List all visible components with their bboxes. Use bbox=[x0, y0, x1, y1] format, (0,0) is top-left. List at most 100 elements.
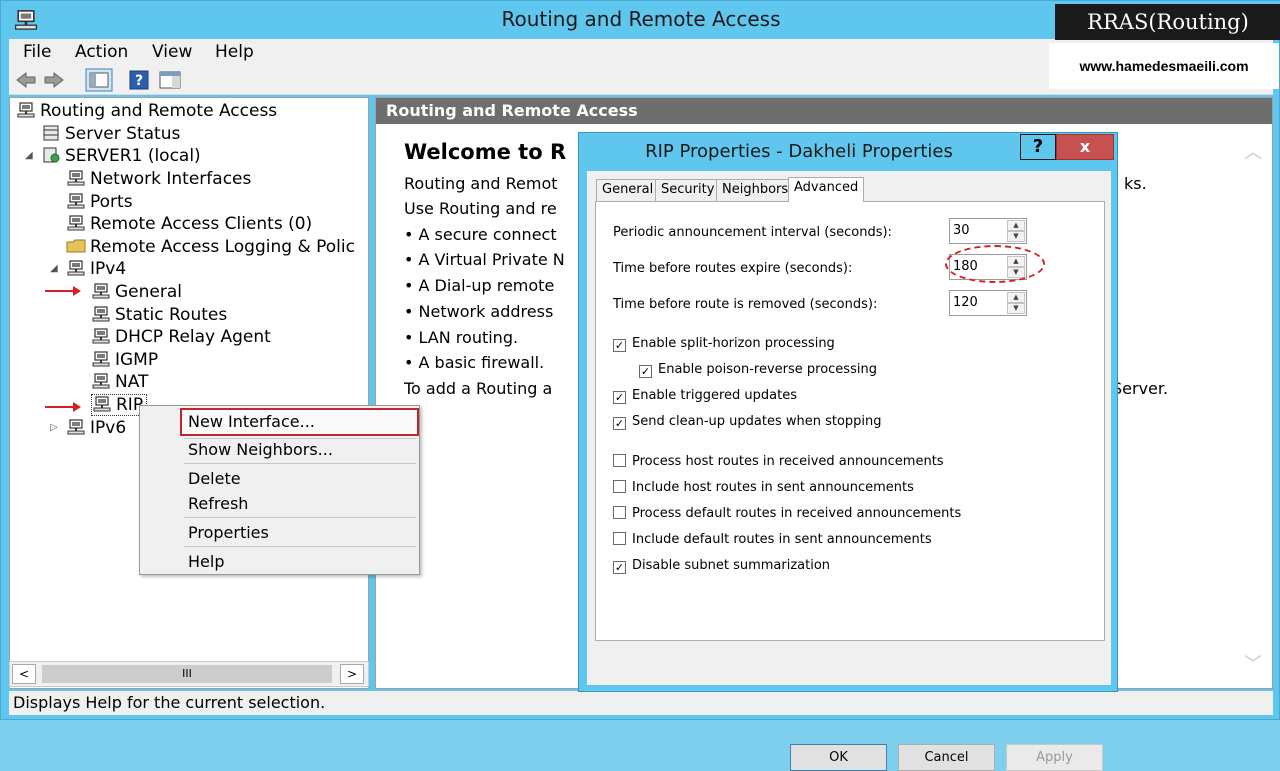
tree-item-igmp[interactable]: IGMP bbox=[91, 349, 158, 371]
checkbox-include-host-routes[interactable]: Include host routes in sent announcement… bbox=[613, 480, 914, 495]
console-tree-icon[interactable] bbox=[85, 68, 113, 92]
checkbox-include-default-routes[interactable]: Include default routes in sent announcem… bbox=[613, 532, 932, 547]
menu-view[interactable]: View bbox=[152, 42, 192, 62]
tree-item-remote-access-clients[interactable]: Remote Access Clients (0) bbox=[66, 213, 312, 235]
menu-item-properties[interactable]: Properties bbox=[188, 523, 269, 542]
route-removed-spinner[interactable]: 120 ▲ ▼ bbox=[949, 290, 1027, 316]
checkbox-box[interactable]: ✓ bbox=[613, 391, 626, 404]
checkbox-box[interactable] bbox=[613, 532, 626, 545]
tree-item-dhcp-relay[interactable]: DHCP Relay Agent bbox=[91, 326, 271, 348]
scroll-left-button[interactable]: < bbox=[12, 664, 36, 684]
tree-item-label: Static Routes bbox=[115, 305, 228, 325]
tree-item-ports[interactable]: Ports bbox=[66, 191, 133, 213]
checkbox-box[interactable] bbox=[613, 480, 626, 493]
tree-item-label: Network Interfaces bbox=[90, 169, 252, 189]
cancel-button[interactable]: Cancel bbox=[898, 744, 995, 771]
scroll-right-button[interactable]: > bbox=[340, 664, 364, 684]
tree-horizontal-scrollbar[interactable]: < III > bbox=[9, 661, 369, 687]
help-icon[interactable]: ? bbox=[129, 70, 149, 90]
welcome-line: To add a Routing a bbox=[404, 379, 553, 398]
tree-item-static-routes[interactable]: Static Routes bbox=[91, 304, 227, 326]
checkbox-poison-reverse[interactable]: ✓ Enable poison-reverse processing bbox=[639, 362, 877, 378]
checkbox-triggered-updates[interactable]: ✓ Enable triggered updates bbox=[613, 388, 797, 404]
tree-item-server-status[interactable]: Server Status bbox=[41, 123, 180, 145]
expander-ipv6[interactable]: ▷ bbox=[50, 422, 58, 433]
menu-item-refresh[interactable]: Refresh bbox=[188, 494, 248, 513]
menu-item-show-neighbors[interactable]: Show Neighbors... bbox=[188, 440, 333, 459]
ok-button[interactable]: OK bbox=[790, 744, 887, 771]
tree-item-label: General bbox=[115, 282, 182, 302]
route-removed-value[interactable]: 120 bbox=[953, 295, 978, 310]
tree-item-ipv6[interactable]: IPv6 bbox=[66, 417, 126, 439]
tree-item-root[interactable]: Routing and Remote Access bbox=[16, 100, 277, 122]
tree-item-network-interfaces[interactable]: Network Interfaces bbox=[66, 168, 251, 190]
tab-security[interactable]: Security bbox=[655, 179, 721, 201]
welcome-line: Routing and Remot bbox=[404, 174, 558, 193]
expander-server1[interactable]: ◢ bbox=[25, 150, 33, 161]
checkbox-process-default-routes[interactable]: Process default routes in received annou… bbox=[613, 506, 961, 521]
menu-item-new-interface[interactable]: New Interface... bbox=[188, 412, 315, 431]
menu-file[interactable]: File bbox=[23, 42, 51, 62]
tab-general[interactable]: General bbox=[596, 179, 660, 201]
checkbox-box[interactable]: ✓ bbox=[613, 417, 626, 430]
tree-item-general[interactable]: General bbox=[91, 281, 182, 303]
annotation-arrow-general bbox=[45, 286, 81, 296]
checkbox-label: Process default routes in received annou… bbox=[632, 506, 962, 521]
collapse-chevron-icon[interactable]: ︿ bbox=[1244, 138, 1262, 164]
ports-icon bbox=[66, 193, 86, 209]
spin-up-icon[interactable]: ▲ bbox=[1007, 292, 1025, 303]
expander-ipv4[interactable]: ◢ bbox=[50, 263, 58, 274]
checkbox-label: Send clean-up updates when stopping bbox=[632, 414, 882, 429]
back-icon[interactable] bbox=[15, 70, 37, 90]
checkbox-split-horizon[interactable]: ✓ Enable split-horizon processing bbox=[613, 336, 835, 352]
tree-item-label: Remote Access Logging & Polic bbox=[90, 237, 355, 257]
checkbox-box[interactable]: ✓ bbox=[613, 561, 626, 574]
menu-item-delete[interactable]: Delete bbox=[188, 469, 241, 488]
menu-item-help[interactable]: Help bbox=[188, 552, 224, 571]
ipv4-icon bbox=[66, 260, 86, 276]
action-pane-icon[interactable] bbox=[159, 70, 181, 90]
periodic-interval-value[interactable]: 30 bbox=[953, 223, 970, 238]
checkbox-disable-subnet-summarization[interactable]: ✓ Disable subnet summarization bbox=[613, 558, 830, 574]
tab-advanced[interactable]: Advanced bbox=[788, 177, 865, 202]
tree-item-remote-access-logging[interactable]: Remote Access Logging & Polic bbox=[66, 236, 355, 258]
expand-chevron-icon[interactable]: ﹀ bbox=[1244, 650, 1262, 676]
forward-icon[interactable] bbox=[43, 70, 65, 90]
dialog-title: RIP Properties - Dakheli Properties bbox=[645, 141, 953, 162]
spin-down-icon[interactable]: ▼ bbox=[1007, 303, 1025, 314]
menu-separator bbox=[184, 463, 416, 464]
tree-item-server1[interactable]: SERVER1 (local) bbox=[41, 145, 201, 167]
tree-item-nat[interactable]: NAT bbox=[91, 371, 148, 393]
rras-icon bbox=[16, 102, 36, 118]
checkbox-box[interactable] bbox=[613, 506, 626, 519]
folder-icon bbox=[66, 239, 86, 253]
dialog-help-button[interactable]: ? bbox=[1020, 134, 1056, 160]
remote-access-clients-icon bbox=[66, 215, 86, 231]
checkbox-label: Enable poison-reverse processing bbox=[658, 362, 877, 377]
dialog-close-button[interactable]: x bbox=[1056, 134, 1114, 160]
menu-action[interactable]: Action bbox=[75, 42, 128, 62]
spin-up-icon[interactable]: ▲ bbox=[1007, 220, 1025, 231]
welcome-line: • Network address bbox=[404, 302, 554, 321]
checkbox-box[interactable] bbox=[613, 454, 626, 467]
watermark-site: www.hamedesmaeili.com bbox=[1049, 43, 1279, 89]
route-removed-label: Time before route is removed (seconds): bbox=[613, 297, 878, 312]
svg-text:?: ? bbox=[135, 73, 143, 89]
checkbox-box[interactable]: ✓ bbox=[613, 339, 626, 352]
apply-button[interactable]: Apply bbox=[1006, 744, 1103, 771]
menu-help[interactable]: Help bbox=[215, 42, 254, 62]
watermark-title: RRAS(Routing) bbox=[1055, 4, 1280, 40]
welcome-line: Use Routing and re bbox=[404, 199, 557, 218]
periodic-interval-spinner[interactable]: 30 ▲ ▼ bbox=[949, 218, 1027, 244]
checkbox-process-host-routes[interactable]: Process host routes in received announce… bbox=[613, 454, 944, 469]
welcome-line: • A secure connect bbox=[404, 225, 557, 244]
tree-item-label: Remote Access Clients (0) bbox=[90, 214, 313, 234]
tree-item-ipv4[interactable]: IPv4 bbox=[66, 258, 126, 280]
annotation-circle bbox=[945, 245, 1045, 283]
scroll-thumb[interactable]: III bbox=[42, 665, 332, 683]
tab-neighbors[interactable]: Neighbors bbox=[716, 179, 795, 201]
checkbox-box[interactable]: ✓ bbox=[639, 365, 652, 378]
checkbox-clean-up-updates[interactable]: ✓ Send clean-up updates when stopping bbox=[613, 414, 882, 430]
tree-item-label: IGMP bbox=[115, 350, 159, 370]
spin-down-icon[interactable]: ▼ bbox=[1007, 231, 1025, 242]
